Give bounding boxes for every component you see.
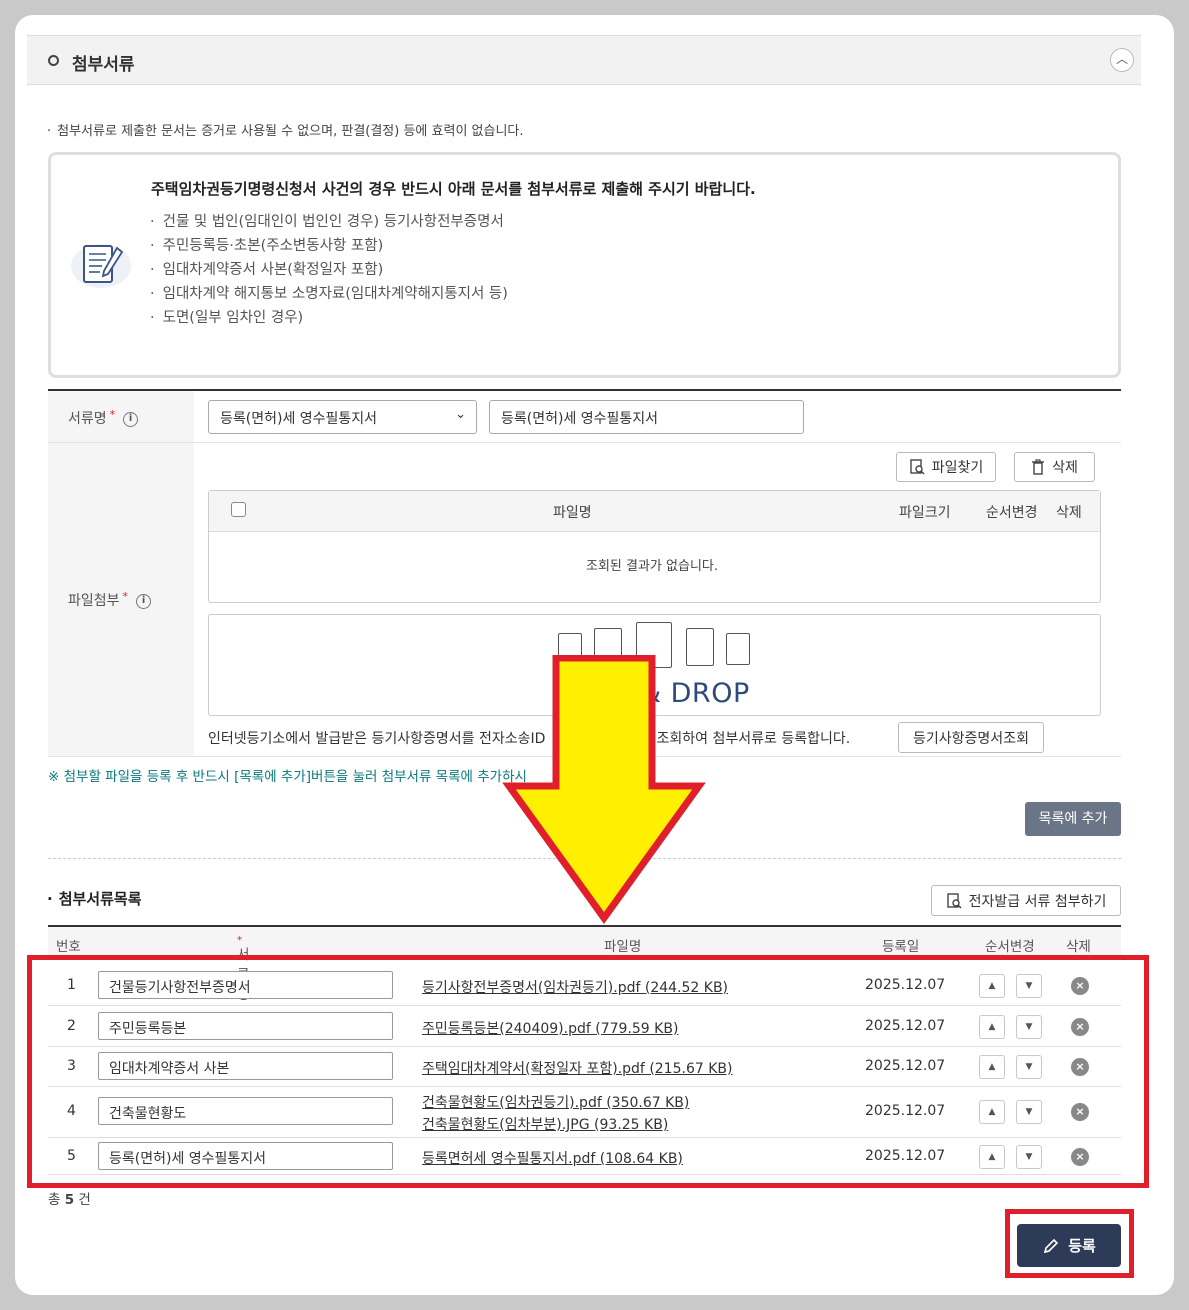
down-arrow-annotation <box>502 655 706 924</box>
add-to-list-button[interactable]: 목록에 추가 <box>1025 802 1121 836</box>
notice-text: 첨부서류로 제출한 문서는 증거로 사용될 수 없으며, 판결(결정) 등에 효… <box>47 120 523 139</box>
file-attach-label-text: 파일첨부 <box>68 593 120 609</box>
doc-name-label-text: 서류명 <box>68 411 107 427</box>
find-file-label: 파일찾기 <box>931 460 984 476</box>
e-issued-attach-label: 전자발급 서류 첨부하기 <box>968 893 1107 910</box>
empty-message: 조회된 결과가 없습니다. <box>586 559 718 574</box>
section-bullet-icon <box>48 55 59 66</box>
list-item: 건물 및 법인(임대인이 법인인 경우) 등기사항전부증명서 <box>150 211 508 235</box>
total-count: 총 5 건 <box>48 1188 91 1208</box>
form-top-border <box>48 389 1121 391</box>
list-item: 임대차계약증서 사본(확정일자 포함) <box>150 259 508 283</box>
info-icon[interactable]: i <box>136 593 152 609</box>
cert-lookup-button[interactable]: 등기사항증명서조회 <box>898 722 1044 753</box>
required-mark: * <box>109 408 116 421</box>
e-issued-attach-button[interactable]: 전자발급 서류 첨부하기 <box>931 885 1121 916</box>
info-title: 주택임차권등기명령신청서 사건의 경우 반드시 아래 문서를 첨부서류로 제출해… <box>151 180 756 198</box>
list-item: 도면(일부 임차인 경우) <box>150 307 508 331</box>
highlight-box <box>27 955 1149 1188</box>
col-date: 등록일 <box>882 939 920 955</box>
attachment-list-title: 첨부서류목록 <box>47 888 142 909</box>
col-order: 순서변경 <box>986 505 1038 521</box>
select-all-checkbox[interactable] <box>231 502 246 517</box>
col-order: 순서변경 <box>985 939 1035 955</box>
settings-file-icon <box>726 633 750 665</box>
chevron-up-icon[interactable]: ︿ <box>1110 48 1134 72</box>
doc-type-select[interactable]: 등록(면허)세 영수필통지서 ⌄ <box>208 400 477 434</box>
total-number: 5 <box>64 1192 75 1208</box>
file-search-icon <box>946 892 962 908</box>
list-table-header: 번호 서류명* 파일명 등록일 순서변경 삭제 <box>48 927 1121 1003</box>
total-suffix: 건 <box>78 1192 91 1208</box>
pencil-icon <box>1044 1238 1059 1253</box>
document-pen-icon <box>71 244 131 288</box>
cert-description-a: 인터넷등기소에서 발급받은 등기사항증명서를 전자소송ID <box>208 731 546 747</box>
total-prefix: 총 <box>48 1192 61 1208</box>
doc-name-label: 서류명 * i <box>68 408 139 428</box>
list-item: 주민등록등·초본(주소변동사항 포함) <box>150 235 508 259</box>
delete-file-label: 삭제 <box>1052 460 1078 476</box>
doc-name-input[interactable]: 등록(면허)세 영수필통지서 <box>489 400 804 434</box>
chevron-down-icon: ⌄ <box>455 407 466 422</box>
section-title: 첨부서류 <box>72 55 135 75</box>
required-documents-list: 건물 및 법인(임대인이 법인인 경우) 등기사항전부증명서 주민등록등·초본(… <box>150 211 508 331</box>
col-filesize: 파일크기 <box>899 505 951 521</box>
col-delete: 삭제 <box>1066 939 1091 955</box>
doc-type-select-value: 등록(면허)세 영수필통지서 <box>220 411 378 427</box>
file-attach-label: 파일첨부 * i <box>68 590 152 610</box>
col-docname: 서류명* <box>237 935 249 1003</box>
find-file-button[interactable]: 파일찾기 <box>896 452 996 482</box>
section-header <box>27 35 1141 85</box>
add-to-list-note: ※ 첨부할 파일을 등록 후 반드시 [목록에 추가]버튼을 눌러 첨부서류 목… <box>48 769 527 785</box>
trash-icon <box>1032 459 1045 475</box>
col-filename: 파일명 <box>604 939 642 955</box>
register-button[interactable]: 등록 <box>1017 1224 1121 1267</box>
delete-file-button[interactable]: 삭제 <box>1014 452 1095 482</box>
col-delete: 삭제 <box>1056 505 1082 521</box>
required-mark: * <box>122 590 129 603</box>
divider <box>48 442 1121 443</box>
file-search-icon <box>910 459 925 475</box>
col-no: 번호 <box>56 939 81 955</box>
info-icon[interactable]: i <box>123 411 139 427</box>
col-filename: 파일명 <box>553 505 592 521</box>
register-label: 등록 <box>1068 1237 1096 1255</box>
form-label-column <box>48 391 194 757</box>
list-item: 임대차계약 해지통보 소명자료(임대차계약해지통지서 등) <box>150 283 508 307</box>
file-table-header <box>209 491 1100 532</box>
